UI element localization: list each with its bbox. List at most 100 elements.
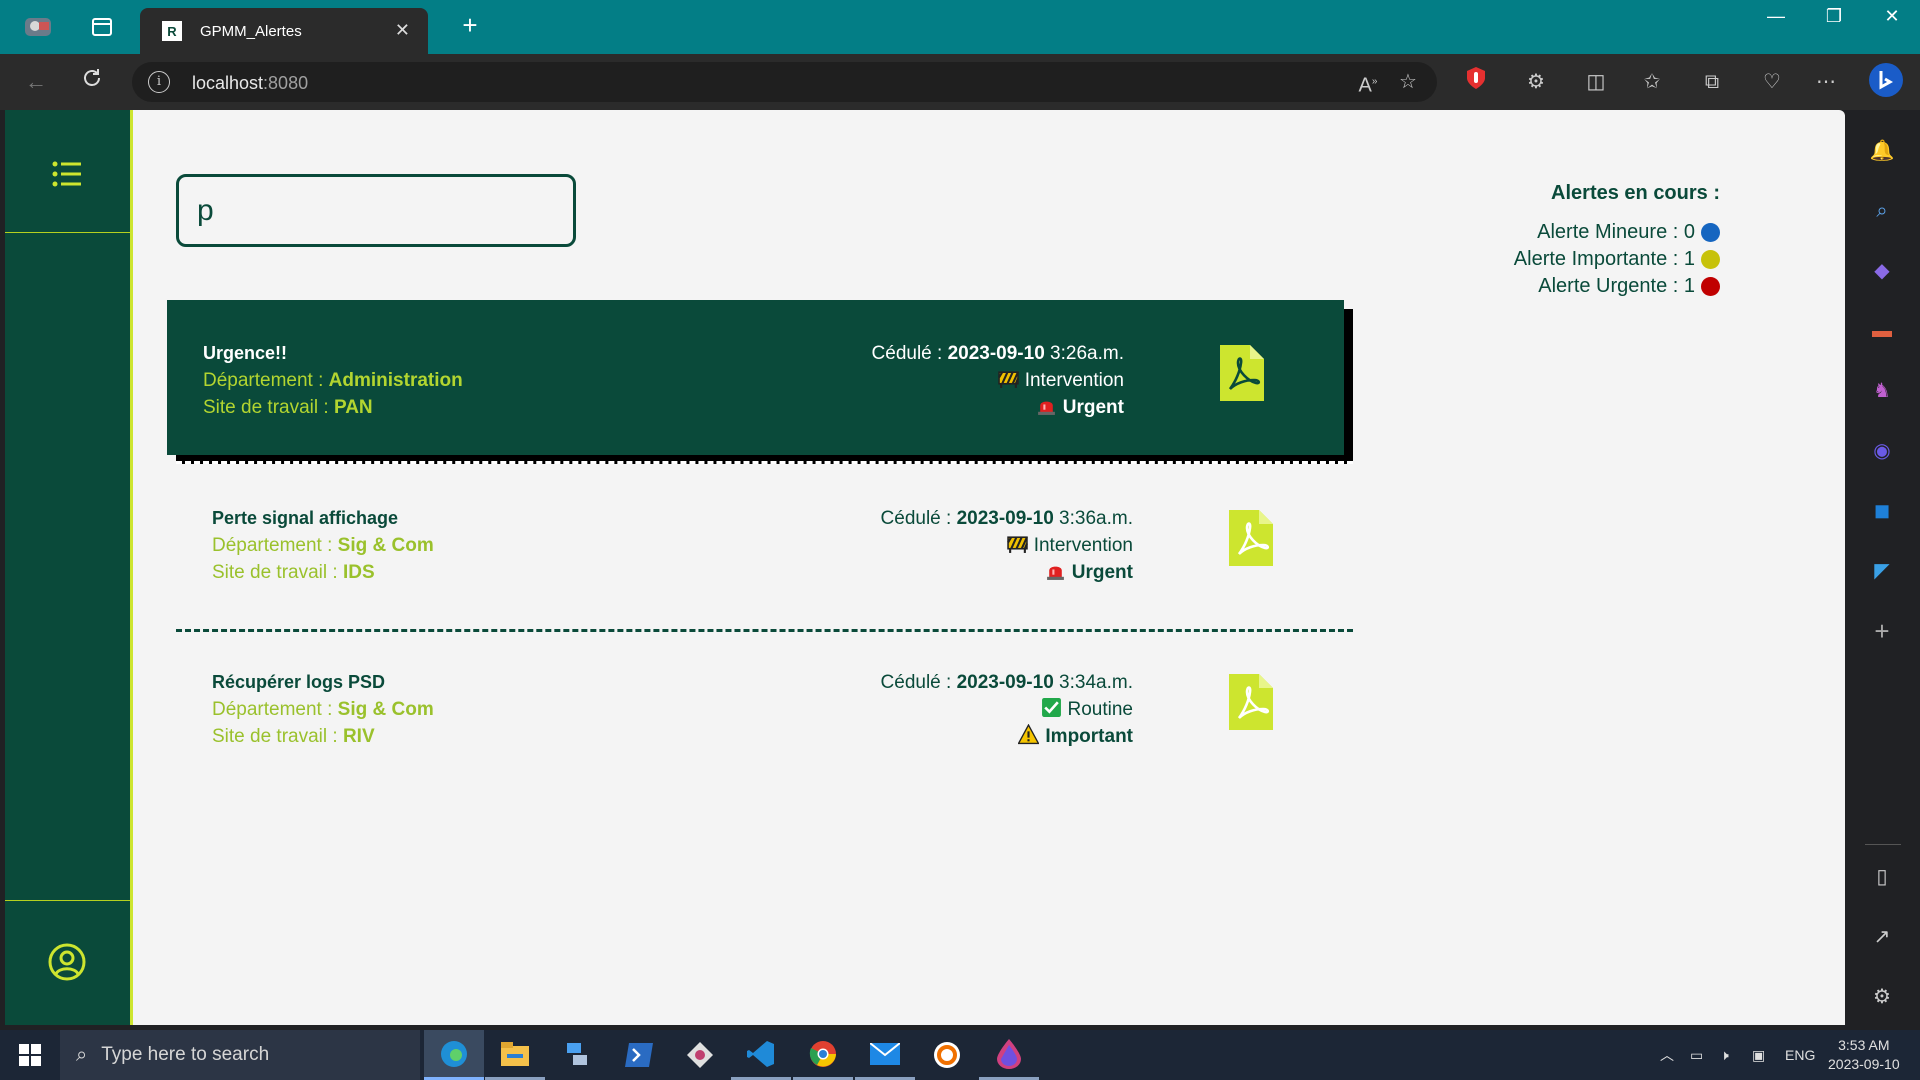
alert-priority: Important [1045, 726, 1133, 747]
alert-type: Intervention [1024, 370, 1124, 391]
alert-meta: Cédulé : 2023-09-10 3:26a.m. Interventio… [872, 340, 1124, 421]
alert-counts-panel: Alertes en cours : Alerte Mineure : 0 Al… [1514, 182, 1720, 300]
close-window-icon[interactable]: ✕ [1872, 6, 1912, 27]
volume-muted-icon[interactable]: 🕨 [1720, 1030, 1729, 1080]
drop-icon[interactable]: ◤ [1865, 554, 1899, 588]
sidebar-settings-icon[interactable]: ⚙ [1865, 980, 1899, 1014]
drop-app-icon[interactable] [979, 1030, 1039, 1080]
powershell-icon[interactable] [609, 1030, 669, 1080]
pdf-file-icon[interactable] [1220, 345, 1264, 401]
alert-time: 3:36a.m. [1053, 508, 1133, 529]
left-nav [5, 110, 133, 1025]
tray-chevron-icon[interactable]: ︿ [1660, 1030, 1674, 1080]
blue-dot-icon [1701, 223, 1720, 242]
back-icon[interactable]: ← [18, 66, 54, 98]
chrome-icon[interactable] [793, 1030, 853, 1080]
web-page: p Alertes en cours : Alerte Mineure : 0 … [5, 110, 1845, 1025]
tab-actions-icon[interactable] [84, 10, 120, 44]
user-account-icon[interactable] [47, 942, 87, 982]
reload-icon[interactable] [74, 66, 110, 98]
alert-card[interactable]: Récupérer logs PSD Département : Sig & C… [176, 629, 1353, 784]
git-client-icon[interactable] [670, 1030, 730, 1080]
hide-sidebar-icon[interactable]: ▯ [1865, 860, 1899, 894]
search-icon[interactable]: ⌕ [1865, 194, 1899, 228]
url-port: :8080 [263, 73, 309, 93]
barrier-icon [1006, 536, 1028, 553]
site-value: RIV [342, 726, 375, 747]
split-screen-icon[interactable]: ◫ [1580, 66, 1612, 98]
alert-card[interactable]: Perte signal affichage Département : Sig… [176, 465, 1353, 632]
pdf-file-icon[interactable] [1229, 674, 1273, 730]
yellow-dot-icon [1701, 250, 1720, 269]
new-tab-icon[interactable]: + [452, 10, 488, 41]
clock-date: 2023-09-10 [1828, 1056, 1900, 1072]
extensions-icon[interactable]: ⚙ [1520, 66, 1552, 98]
alert-info: Perte signal affichage Département : Sig… [212, 505, 434, 586]
edge-app-icon[interactable] [424, 1030, 484, 1080]
windows-taskbar: ⌕ Type here to search ︿ ▭ 🕨 ▣ ENG 3:53 A… [0, 1030, 1920, 1080]
browser-toolbar: ← i localhost:8080 A» ☆ ⚙ ◫ ✩ ⧉ ♡ ⋯ [0, 54, 1920, 110]
copilot-icon[interactable] [1868, 62, 1903, 97]
external-link-icon[interactable]: ↗ [1865, 920, 1899, 954]
browser-tab[interactable]: R GPMM_Alertes ✕ [140, 8, 428, 54]
minimize-icon[interactable]: — [1756, 6, 1796, 27]
windows-start-icon[interactable] [0, 1030, 60, 1080]
site-value: PAN [333, 397, 373, 418]
search-magnifier-icon: ⌕ [76, 1043, 88, 1066]
vscode-icon[interactable] [731, 1030, 791, 1080]
tab-favicon-icon: R [162, 21, 182, 41]
nav-divider-top [5, 232, 130, 233]
department-label: Département : [212, 699, 338, 720]
notification-bell-icon[interactable]: 🔔 [1865, 134, 1899, 168]
alert-date: 2023-09-10 [956, 672, 1054, 693]
app-circle-icon[interactable] [917, 1030, 977, 1080]
alert-type: Intervention [1033, 535, 1133, 556]
nav-divider-bottom [5, 900, 130, 901]
site-label: Site de travail : [203, 397, 334, 418]
taskbar-search-input[interactable]: ⌕ Type here to search [60, 1030, 420, 1080]
shopping-tag-icon[interactable]: ◆ [1865, 254, 1899, 288]
microsoft365-icon[interactable]: ◉ [1865, 434, 1899, 468]
alert-time: 3:34a.m. [1053, 672, 1133, 693]
site-label: Site de travail : [212, 562, 343, 583]
tools-icon[interactable]: ▬ [1865, 314, 1899, 348]
more-menu-icon[interactable]: ⋯ [1810, 66, 1842, 98]
url-host: localhost [192, 73, 264, 93]
restore-icon[interactable]: ❐ [1814, 6, 1854, 27]
adblock-extension-icon[interactable] [1460, 66, 1492, 98]
tab-close-icon[interactable]: ✕ [395, 20, 410, 41]
menu-list-icon[interactable] [48, 154, 88, 194]
games-icon[interactable]: ♞ [1865, 374, 1899, 408]
address-bar[interactable]: i localhost:8080 A» ☆ [132, 62, 1437, 102]
add-sidebar-icon[interactable]: + [1865, 614, 1899, 648]
department-label: Département : [203, 370, 329, 391]
favorites-icon[interactable]: ✩ [1636, 66, 1668, 98]
alert-card[interactable]: Urgence!! Département : Administration S… [167, 300, 1353, 464]
pdf-file-icon[interactable] [1229, 510, 1273, 566]
alert-title: Urgence!! [203, 343, 288, 363]
alert-date: 2023-09-10 [947, 343, 1045, 364]
read-aloud-icon[interactable]: A» [1352, 66, 1384, 98]
site-info-icon[interactable]: i [148, 71, 170, 93]
site-label: Site de travail : [212, 726, 343, 747]
display-icon[interactable]: ▣ [1752, 1030, 1765, 1080]
language-indicator[interactable]: ENG [1785, 1030, 1815, 1080]
profile-avatar-icon[interactable] [20, 10, 56, 44]
alert-info: Urgence!! Département : Administration S… [203, 340, 463, 421]
url-text: localhost:8080 [192, 73, 308, 94]
battery-icon[interactable]: ▭ [1690, 1030, 1703, 1080]
red-dot-icon [1701, 277, 1720, 296]
clock-time: 3:53 AM [1838, 1037, 1890, 1053]
clock[interactable]: 3:53 AM 2023-09-10 [1828, 1030, 1900, 1080]
mail-icon[interactable] [855, 1030, 915, 1080]
search-input[interactable]: p [176, 174, 576, 247]
site-value: IDS [342, 562, 375, 583]
file-explorer-icon[interactable] [485, 1030, 545, 1080]
network-app-icon[interactable] [547, 1030, 607, 1080]
outlook-icon[interactable]: ◼ [1865, 494, 1899, 528]
alert-title: Récupérer logs PSD [212, 672, 386, 692]
count-row-important: Alerte Importante : 1 [1514, 246, 1720, 273]
collections-icon[interactable]: ⧉ [1696, 66, 1728, 98]
performance-icon[interactable]: ♡ [1756, 66, 1788, 98]
favorite-star-icon[interactable]: ☆ [1392, 66, 1424, 98]
